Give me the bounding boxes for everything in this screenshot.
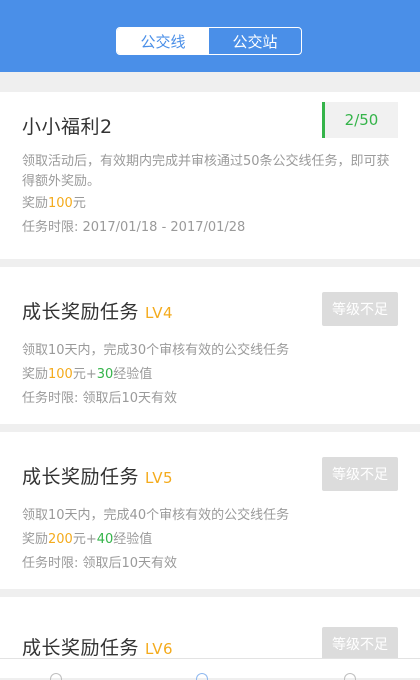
divider (0, 424, 420, 432)
task-time: 任务时限: 2017/01/18 - 2017/01/28 (22, 218, 245, 238)
exp-unit: 经验值 (113, 532, 153, 547)
task-title-text: 成长奖励任务 (22, 466, 140, 488)
progress-badge: 2/50 (322, 102, 398, 138)
divider (0, 259, 420, 267)
level-insufficient-button[interactable]: 等级不足 (322, 292, 398, 326)
task-card[interactable]: 小小福利2 2/50 领取活动后，有效期内完成并审核通过50条公交线任务，即可获… (0, 92, 420, 259)
task-title: 成长奖励任务 LV6 (22, 633, 173, 660)
time-value: 领取后10天有效 (82, 391, 178, 406)
task-title: 成长奖励任务 LV4 (22, 297, 173, 324)
reward-amount: 200 (48, 532, 73, 547)
tab-bus-line[interactable]: 公交线 (117, 28, 209, 54)
time-value: 领取后10天有效 (82, 556, 178, 571)
level-label: LV5 (145, 469, 174, 487)
task-reward: 奖励100元 (22, 194, 86, 214)
exp-amount: 30 (96, 367, 114, 382)
time-label: 任务时限: (22, 220, 83, 235)
reward-amount: 100 (48, 367, 73, 382)
tab-bus-stop[interactable]: 公交站 (209, 28, 301, 54)
divider (0, 589, 420, 597)
task-title-text: 成长奖励任务 (22, 637, 140, 659)
task-time: 任务时限: 领取后10天有效 (22, 554, 177, 574)
level-insufficient-button[interactable]: 等级不足 (322, 627, 398, 661)
task-title: 小小福利2 (22, 116, 113, 138)
reward-unit: 元+ (72, 367, 97, 382)
level-label: LV6 (145, 640, 174, 658)
reward-amount: 100 (48, 196, 73, 211)
reward-prefix: 奖励 (22, 196, 49, 211)
task-description: 领取活动后，有效期内完成并审核通过50条公交线任务，即可获得额外奖励。 (22, 154, 390, 189)
exp-amount: 40 (96, 532, 114, 547)
reward-prefix: 奖励 (22, 532, 49, 547)
bottom-tab-bar (0, 658, 420, 680)
task-card[interactable]: 成长奖励任务 LV4 等级不足 领取10天内，完成30个审核有效的公交线任务 奖励… (0, 267, 420, 424)
time-value: 2017/01/18 - 2017/01/28 (82, 220, 246, 235)
reward-prefix: 奖励 (22, 367, 49, 382)
task-description: 领取10天内，完成40个审核有效的公交线任务 (22, 508, 290, 523)
time-label: 任务时限: (22, 391, 83, 406)
header-bar: 公交线 公交站 (0, 0, 420, 72)
exp-unit: 经验值 (113, 367, 153, 382)
reward-unit: 元+ (72, 532, 97, 547)
task-description: 领取10天内，完成30个审核有效的公交线任务 (22, 343, 290, 358)
task-title-text: 成长奖励任务 (22, 301, 140, 323)
task-list: 小小福利2 2/50 领取活动后，有效期内完成并审核通过50条公交线任务，即可获… (0, 72, 420, 677)
segment-control: 公交线 公交站 (116, 27, 302, 55)
level-label: LV4 (145, 304, 174, 322)
time-label: 任务时限: (22, 556, 83, 571)
task-reward: 奖励100元+30经验值 (22, 365, 152, 385)
task-time: 任务时限: 领取后10天有效 (22, 389, 177, 409)
task-title: 成长奖励任务 LV5 (22, 462, 173, 489)
reward-unit: 元 (72, 196, 86, 211)
level-insufficient-button[interactable]: 等级不足 (322, 457, 398, 491)
task-card[interactable]: 成长奖励任务 LV5 等级不足 领取10天内，完成40个审核有效的公交线任务 奖励… (0, 432, 420, 589)
task-reward: 奖励200元+40经验值 (22, 530, 152, 550)
